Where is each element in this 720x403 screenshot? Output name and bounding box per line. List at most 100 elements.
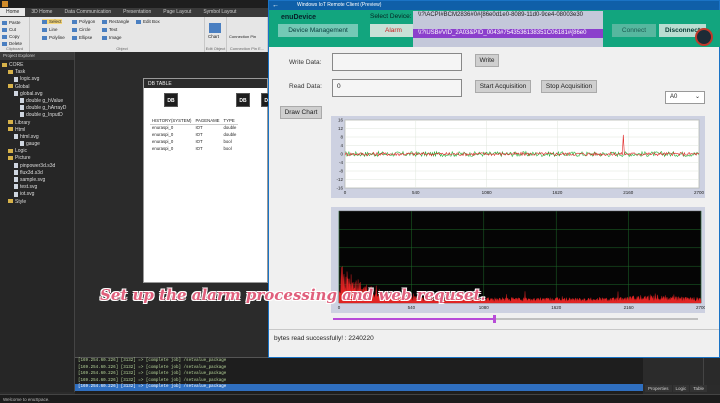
db-icon[interactable]: DB: [236, 93, 250, 107]
window-title: Windows IoT Remote Client (Preview): [297, 2, 382, 8]
ribbon-tab[interactable]: Page Layout: [157, 8, 197, 16]
folder-icon: [8, 69, 13, 74]
tree-item[interactable]: Picture: [2, 155, 74, 162]
tree-item[interactable]: Library: [2, 120, 74, 127]
tree-item[interactable]: Task: [2, 69, 74, 76]
tree-item[interactable]: double g_InputD: [2, 112, 74, 119]
tree-item[interactable]: iot.svg: [2, 191, 74, 198]
device-item-selected[interactable]: \\?\USB#VID_2A03&PID_0043#7543536138351C…: [413, 29, 603, 38]
chart-icon[interactable]: [209, 23, 221, 33]
polyline-tool[interactable]: Polyline: [42, 35, 65, 40]
tree-item[interactable]: test.svg: [2, 184, 74, 191]
device-list[interactable]: \\?\ACPI#BCM2836#0#{86e0d1e0-8089-11d0-9…: [413, 11, 603, 47]
read-data-field[interactable]: 0: [332, 79, 462, 97]
tree-item-label: Html: [15, 126, 26, 133]
device-management-button[interactable]: Device Management: [278, 24, 358, 37]
select-tool[interactable]: Select: [42, 19, 62, 24]
write-data-field[interactable]: [332, 53, 462, 71]
progress-thumb[interactable]: [492, 315, 496, 323]
tree-item[interactable]: gauge: [2, 141, 74, 148]
tree-item[interactable]: Logic: [2, 148, 74, 155]
tree-item[interactable]: logic.svg: [2, 76, 74, 83]
tree-item[interactable]: flux3d.s3d: [2, 170, 74, 177]
cursor-icon: [42, 19, 47, 24]
copy-button[interactable]: Copy: [2, 34, 20, 39]
rectangle-tool[interactable]: Rectangle: [102, 19, 129, 24]
text-tool[interactable]: Text: [102, 27, 117, 32]
x-tick-label: 0: [344, 190, 347, 195]
table-row[interactable]: enuraspi_0 IOT double: [150, 131, 238, 138]
column-header[interactable]: PAGENAME: [193, 117, 222, 125]
read-data-label: Read Data:: [289, 83, 322, 90]
paste-icon: [2, 20, 7, 25]
ribbon-tab[interactable]: 3D Home: [25, 8, 58, 16]
back-arrow-icon[interactable]: ←: [272, 1, 279, 10]
x-tick-label: 2160: [624, 305, 635, 310]
y-tick-label: -8: [339, 169, 343, 174]
progress-bar[interactable]: [333, 315, 698, 323]
connection-caption: Connection Pin E...: [229, 46, 265, 51]
folder-icon: [8, 84, 13, 89]
draw-chart-button[interactable]: Draw Chart: [280, 106, 322, 119]
tree-item[interactable]: pinpower3d.s3d: [2, 163, 74, 170]
column-header[interactable]: TYPE: [221, 117, 239, 125]
iot-remote-client-window: ← Windows IoT Remote Client (Preview) en…: [268, 0, 720, 358]
object-caption: Object: [116, 46, 128, 51]
folder-icon: [8, 199, 13, 204]
ribbon-tab[interactable]: Presentation: [117, 8, 157, 16]
db-table-tab[interactable]: DB TABLE: [144, 79, 267, 88]
polygon-tool[interactable]: Polygon: [72, 19, 95, 24]
column-header[interactable]: HISTORY(SYSTEM): [150, 117, 194, 125]
file-icon: [14, 134, 18, 140]
cut-button[interactable]: Cut: [2, 27, 16, 32]
circle-tool[interactable]: Circle: [72, 27, 91, 32]
tree-item[interactable]: Style: [2, 199, 74, 206]
table-row[interactable]: enuraspi_0 IOT double: [150, 124, 238, 131]
tree-item[interactable]: html.svg: [2, 134, 74, 141]
x-tick-label: 1080: [482, 190, 493, 195]
ellipse-tool[interactable]: Ellipse: [72, 35, 92, 40]
ribbon-tab[interactable]: Data Communication: [58, 8, 117, 16]
connection-pin-label[interactable]: Connection Pin: [229, 34, 256, 39]
folder-icon: [2, 62, 7, 67]
tree-item[interactable]: sample.svg: [2, 177, 74, 184]
edit-box-tool[interactable]: Edit Box: [136, 19, 160, 24]
device-header: enuDevice Device Management Alarm Select…: [269, 10, 720, 47]
table-row[interactable]: enuraspi_0 IOT bool: [150, 138, 238, 145]
y-tick-label: 4: [340, 143, 343, 148]
tab-logic[interactable]: Logic: [672, 385, 690, 392]
tree-item-label: html.svg: [20, 133, 39, 140]
tree-item[interactable]: CORE: [2, 62, 74, 69]
tree-item[interactable]: double g_hArrayD: [2, 105, 74, 112]
cell: double: [223, 125, 237, 131]
output-line-selected[interactable]: [169.254.60.226] [3132] => [complete job…: [75, 384, 643, 391]
image-tool[interactable]: Image: [102, 35, 122, 40]
device-item[interactable]: \\?\ACPI#BCM2836#0#{86e0d1e0-8089-11d0-9…: [413, 11, 603, 20]
db-icon[interactable]: DB: [164, 93, 178, 107]
edit-object-caption: Edit Object: [205, 46, 226, 51]
channel-select[interactable]: A0 ⌄: [665, 91, 705, 104]
tab-table[interactable]: Table: [690, 385, 708, 392]
tree-item[interactable]: Global: [2, 84, 74, 91]
alarm-button[interactable]: Alarm: [370, 24, 417, 37]
stop-acquisition-button[interactable]: Stop Acquisition: [541, 80, 597, 93]
tree-item[interactable]: global.svg: [2, 91, 74, 98]
paste-button[interactable]: Paste: [2, 20, 21, 25]
start-acquisition-button[interactable]: Start Acquisition: [475, 80, 531, 93]
tab-properties[interactable]: Properties: [645, 385, 672, 392]
ribbon-tab[interactable]: Home: [0, 8, 26, 16]
connect-button[interactable]: Connect: [612, 24, 656, 37]
signal-chart-svg: 1612840-4-8-12-160 540 1080 1620 2160 2700: [336, 118, 704, 196]
write-button[interactable]: Write: [475, 54, 499, 67]
window-title-bar: ← Windows IoT Remote Client (Preview): [269, 1, 719, 10]
explorer-title: Project Explorer: [0, 52, 74, 60]
table-row[interactable]: enuraspi_0 IOT bool: [150, 145, 238, 152]
line-icon: [42, 27, 47, 32]
tree-item[interactable]: Html: [2, 127, 74, 134]
ribbon-tab[interactable]: Symbol Layout: [197, 8, 242, 16]
tree-item[interactable]: double g_hValue: [2, 98, 74, 105]
line-tool[interactable]: Line: [42, 27, 58, 32]
file-icon: [14, 184, 18, 190]
x-tick-label: 540: [412, 190, 420, 195]
x-tick-label: 1620: [551, 305, 562, 310]
